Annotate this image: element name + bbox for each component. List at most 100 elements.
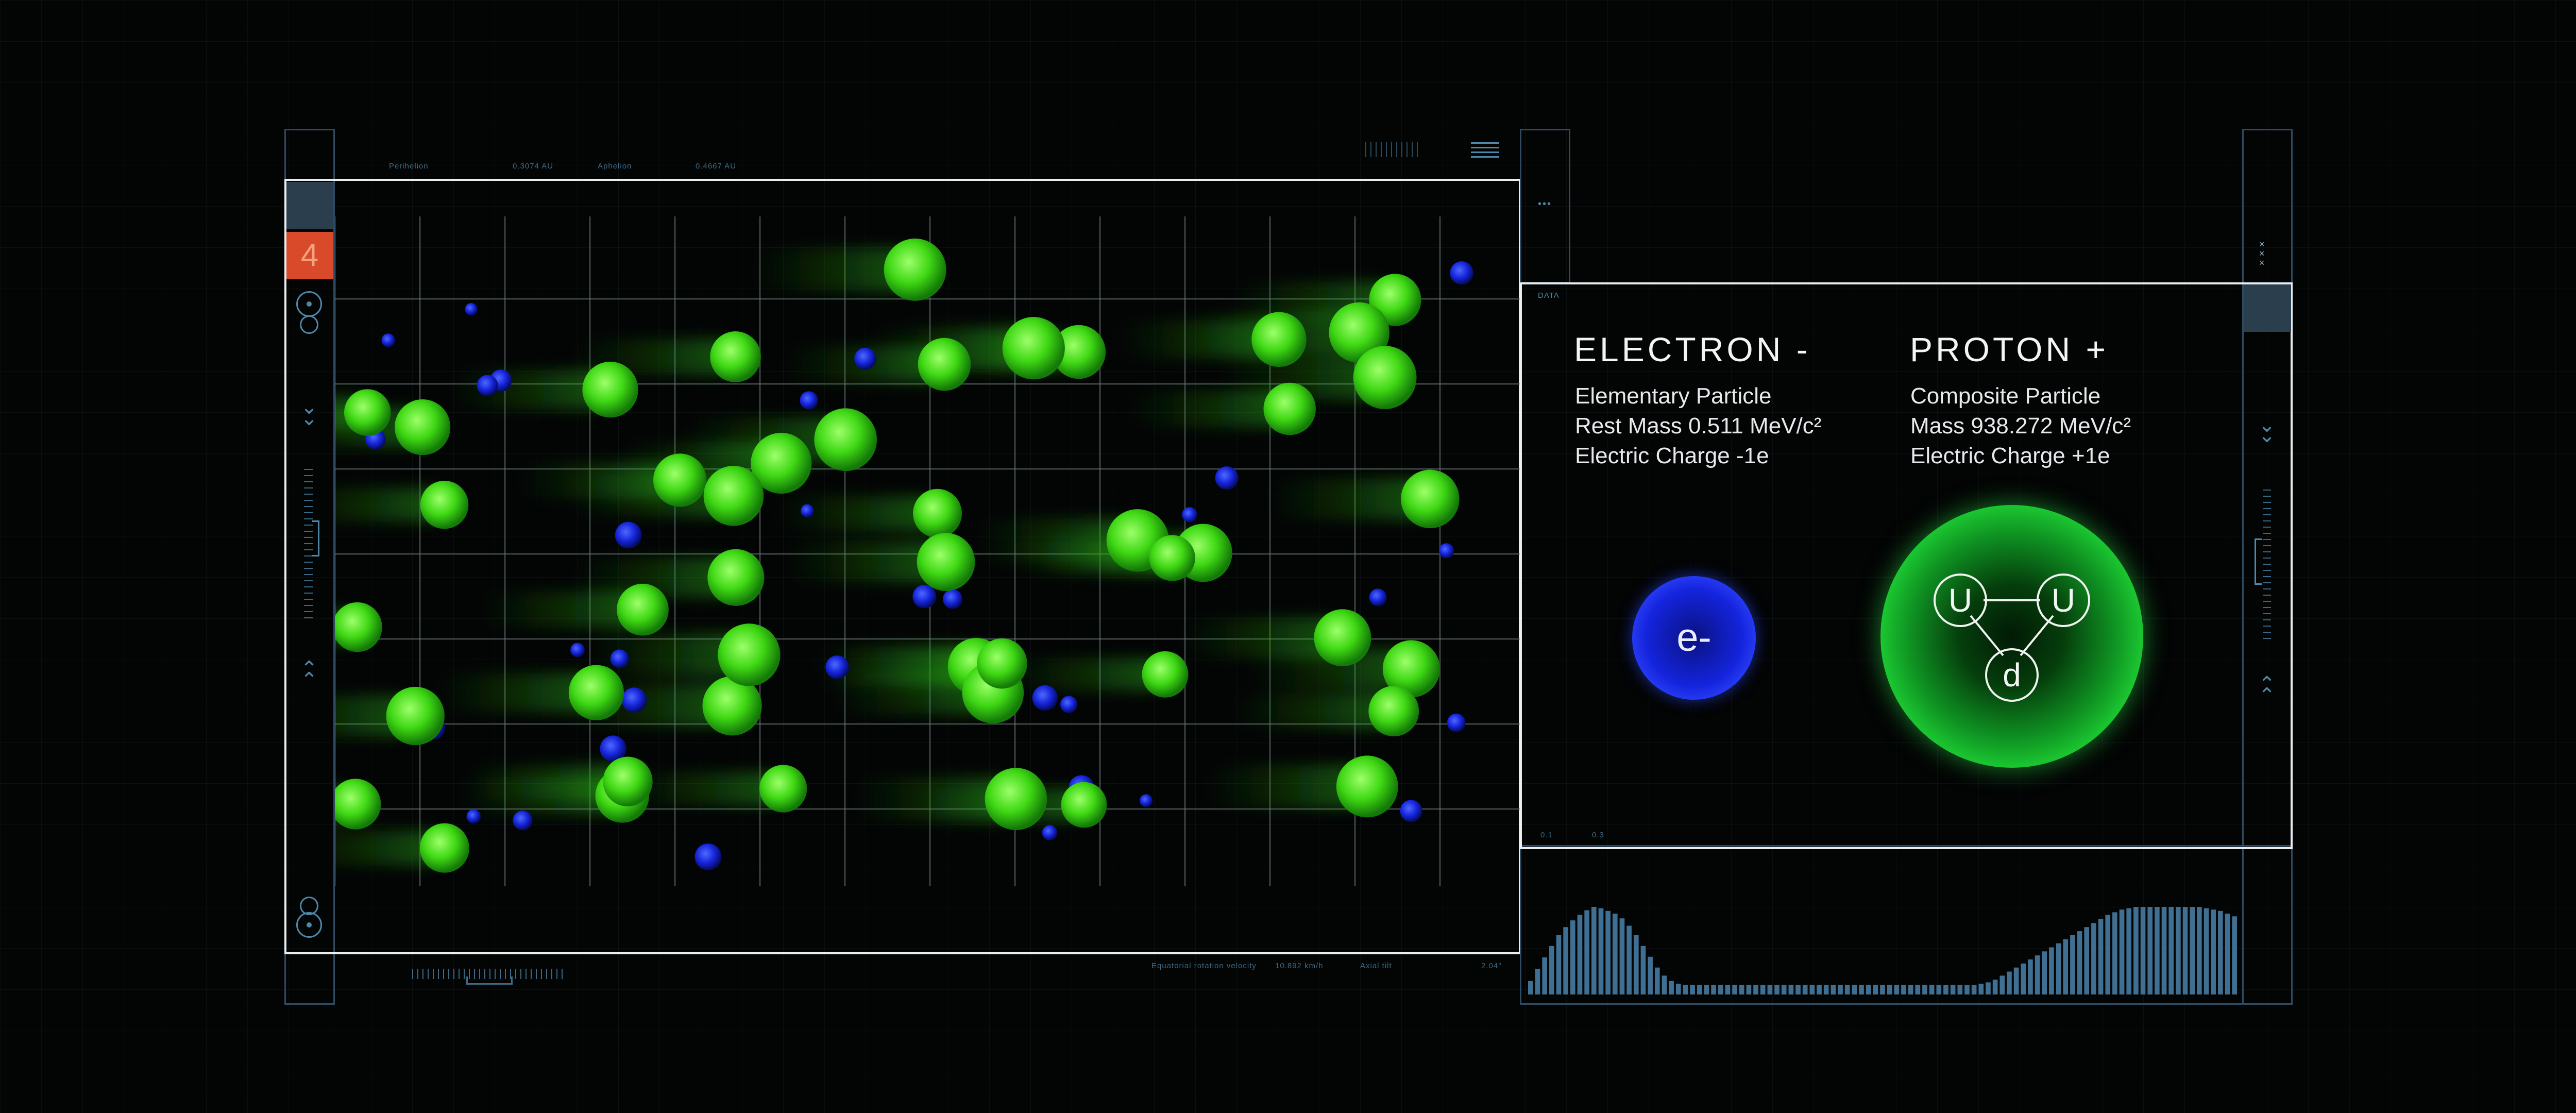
histogram-bar [1852,985,1857,994]
histogram-bar [1549,946,1554,994]
right-rail-dark-cell [2244,284,2291,332]
histogram-bar [1880,985,1885,994]
histogram-bar [1957,985,1963,994]
histogram-bar [1760,985,1766,994]
histogram-bar [2119,909,2125,994]
electron-particle [1140,794,1153,807]
data-panel-tag: DATA [1538,291,1560,300]
electron-charge: Electric Charge -1e [1575,443,1769,468]
histogram-bar [2098,919,2104,994]
bottom-scale-marker[interactable] [466,976,513,985]
histogram-bar [2225,914,2230,994]
electron-particle [854,347,876,370]
proton-particle [653,453,707,507]
proton-particle [1353,346,1417,410]
histogram-bar [1563,927,1568,994]
histogram-bar [1999,975,2005,994]
proton-particle [917,533,975,591]
histogram-bar [1690,985,1695,994]
electron-particle [615,521,642,549]
histogram-bar [2042,951,2047,994]
axial-tilt-label: Axial tilt [1360,962,1392,970]
proton-particle [419,823,469,873]
quark-u-2: U [2051,582,2076,619]
histogram-bar [1788,985,1794,994]
histogram-bar [1619,918,1625,994]
histogram-chart [1528,907,2237,994]
electron-particle [1182,507,1197,522]
histogram-bar [1605,910,1611,994]
histogram-bar [2211,909,2216,994]
histogram-bar [2021,963,2026,994]
proton-particle [335,602,382,652]
histogram-bar [2197,907,2202,994]
proton-title: PROTON + [1910,330,2109,368]
data-corner-tag: ••• [1538,198,1552,210]
electron-particle [621,687,647,713]
proton-particle [603,756,653,806]
histogram-bar [2063,939,2069,994]
proton-particle [1002,317,1065,380]
histogram-bar [1704,985,1709,994]
histogram-bar [1746,985,1752,994]
proton-particle [344,389,391,436]
histogram-bar [1901,985,1906,994]
proton-particle [1368,686,1419,737]
electron-particle [1400,800,1422,822]
electron-particle [1215,466,1239,490]
electron-particle [800,391,818,410]
histogram-bar [2190,907,2195,994]
electron-particle [570,643,585,657]
right-rail-scale-ticks [2263,484,2271,639]
histogram-bar [1908,985,1913,994]
proton-particle [617,583,669,636]
histogram-bar [1986,982,1991,994]
electron-particle [912,584,937,609]
proton-mass: Mass 938.272 MeV/c² [1910,413,2131,439]
histogram-bar [2077,931,2082,994]
histogram-bar [1838,985,1843,994]
proton-particle [703,466,764,526]
histogram-bar [1915,985,1921,994]
histogram-bar [2155,907,2160,994]
histogram-bar [1809,985,1815,994]
histogram-bar [1669,981,1674,994]
histogram-bar [1936,985,1942,994]
proton-particle [1336,755,1398,818]
histogram-bar [1739,985,1744,994]
close-icon[interactable]: × × × [2259,240,2265,267]
histogram-bar [1697,985,1702,994]
electron-mass: Rest Mass 0.511 MeV/c² [1575,413,1822,439]
histogram-bar [1774,985,1780,994]
histogram-bar [1732,985,1737,994]
histogram-bar [2112,912,2117,994]
chevron-up-icon[interactable]: ⌃ [2251,685,2282,706]
histogram-bar [2232,916,2237,994]
histogram-bar [2176,907,2181,994]
proton-particle [1251,312,1307,367]
histogram-bar [1802,985,1808,994]
histogram-bar [1873,985,1878,994]
proton-particle [1401,469,1460,529]
quark-u-1: U [1948,582,1973,619]
histogram-bar [1753,985,1758,994]
right-rail-scale-marker[interactable] [2255,538,2262,585]
histogram-bar [1633,935,1639,994]
proton-particle [977,638,1027,689]
histogram-bar [1978,984,1984,994]
data-panel-bottom-tag-b: 0.3 [1592,831,1604,839]
histogram-bar [1929,985,1935,994]
proton-particle [985,768,1047,830]
histogram-bar [1577,915,1583,994]
proton-particle [1142,651,1189,698]
electron-particle [1032,685,1058,711]
histogram-bar [1992,980,1998,994]
histogram-bar [1718,985,1723,994]
histogram-bar [1626,925,1632,994]
quark-d: d [2003,656,2021,694]
histogram-bar [2161,907,2167,994]
chevron-down-icon[interactable]: ⌄ [2251,425,2282,446]
electron-particle [465,302,478,316]
histogram-bar [1823,985,1829,994]
perihelion-label: Perihelion [389,162,429,171]
